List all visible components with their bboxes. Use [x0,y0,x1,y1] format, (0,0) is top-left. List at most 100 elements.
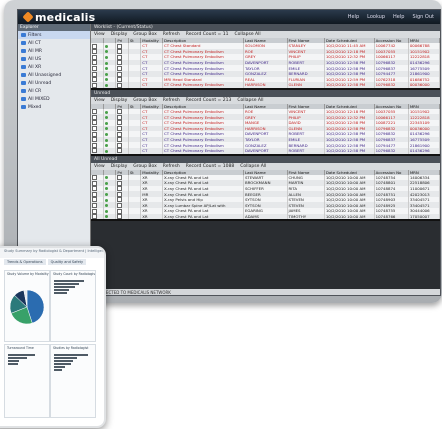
app-logo: medicalis [22,11,95,24]
folder-icon [21,41,26,45]
toolbar-item[interactable]: Display [111,32,128,37]
sidebar-item[interactable]: All Unread [18,79,90,87]
toolbar-item[interactable]: Record Count = 11 [186,32,229,37]
cell-date: 10/2/2010 10:00 AM [324,213,375,220]
priority-box [117,148,123,154]
toolbar-item[interactable]: Refresh [163,164,180,169]
menu-lookup[interactable]: Lookup [367,14,385,20]
table-row[interactable]: CT CT Chest Pulmonary Embolism DAVENPORT RO… [91,59,440,66]
tablet-card-studies: Studies by Radiologist [50,344,96,418]
toolbar-item[interactable]: Group Box [133,98,157,103]
toolbar-item[interactable]: Refresh [163,98,180,103]
sidebar-item[interactable]: All US [18,55,90,63]
toolbar-item[interactable]: View [94,32,105,37]
cell-first: TIMOTHY [287,213,325,220]
cell-mod: CT [140,147,164,154]
toolbar-item[interactable]: Record Count = 1088 [186,164,234,169]
row-checkbox[interactable] [92,197,97,203]
table-row[interactable]: XR X-ray Chest PA and Lat BROCKMANN MARTIN 1… [91,180,440,186]
row-checkbox[interactable] [92,82,97,88]
status-dot-icon [104,215,108,219]
sidebar-item[interactable]: All MIXED [18,95,90,103]
table-row[interactable]: CT CT Chest Pulmonary Embolism GONZALEZ BER… [91,70,440,77]
sidebar-item[interactable]: All MR [18,47,90,55]
folder-icon [21,89,26,93]
worklist-panel: Worklist - (Current/Status) View Display Gr… [91,24,440,90]
status-dot-icon [104,50,108,54]
tab-quality[interactable]: Quality and Safety [47,259,87,265]
status-dot-icon [104,110,108,114]
folder-icon [21,97,26,101]
row-checkbox[interactable] [92,54,97,60]
toolbar-item[interactable]: Group Box [133,32,157,37]
menu-sign-out[interactable]: Sign Out [412,14,434,20]
sidebar-item[interactable]: All CR [18,87,90,95]
toolbar-item[interactable]: Display [111,164,128,169]
folder-icon [21,105,26,109]
tablet-breadcrumb: Study Summary by Radiologist & Departmen… [0,248,104,258]
sidebar-item[interactable]: All Unassigned [18,71,90,79]
row-checkbox[interactable] [92,208,97,214]
row-checkbox[interactable] [92,131,97,137]
menu-help-2[interactable]: Help [393,14,404,20]
toolbar-item[interactable]: View [94,98,105,103]
toolbar-item[interactable]: Collapse All [234,32,260,37]
table-row[interactable]: CT CT Chest Pulmonary Embolism HARRISON GLE… [91,125,440,132]
row-checkbox[interactable] [92,180,97,186]
toolbar-item[interactable]: Collapse All [237,98,263,103]
sidebar-item[interactable]: Filters [18,31,90,39]
cell-mod: XR [140,213,164,220]
cell-priority [115,82,129,88]
sidebar-item-label: All CT [28,40,41,46]
panel-toolbar: View Display Group Box Refresh Record Count … [91,96,440,104]
bar [8,354,35,356]
row-checkbox[interactable] [92,214,97,220]
toolbar-item[interactable]: View [94,164,105,169]
row-checkbox[interactable] [92,148,97,154]
tablet-card-turnaround: Turnaround Time [4,344,50,418]
sidebar-item[interactable]: All XR [18,63,90,71]
table-row[interactable]: CT CT Chest Pulmonary Embolism GONZALEZ BER… [91,142,440,148]
cell-acc: 10748766 [374,213,409,220]
row-checkbox[interactable] [92,120,97,126]
toolbar-item[interactable]: Record Count = 213 [186,98,232,103]
status-dot-icon [104,176,108,180]
cell-state [128,82,142,88]
cell-select [91,213,104,220]
sidebar-item-label: Mixed [28,104,42,110]
tablet-tabs: Trends & Operations Quality and Safety [0,258,104,266]
row-checkbox[interactable] [92,43,97,49]
table-row[interactable]: CT CT Chest Pulmonary Embolism DAVENPORT RO… [91,131,440,137]
toolbar-item[interactable]: Refresh [163,32,180,37]
bar [54,363,72,365]
bar [54,292,68,294]
bar [54,354,89,356]
worklist-panel: Unread View Display Group Box Refresh Record … [91,89,440,156]
status-dot-icon [104,116,108,120]
bar [8,357,27,359]
status-dot-icon [104,67,108,71]
sidebar-item-label: All MR [28,48,43,54]
folder-icon [21,81,26,85]
bar [54,369,62,371]
sidebar-item[interactable]: Mixed [18,103,90,111]
top-menu: Help Lookup Help Sign Out [348,14,434,20]
toolbar-item[interactable]: Display [111,98,128,103]
table-row[interactable]: CT CT Chest Pulmonary Embolism HARRISON GLE… [91,82,440,88]
cell-date: 10/2/2010 12:58 PM [324,82,375,88]
menu-help[interactable]: Help [348,14,359,20]
worklist-table: Pri St Modality Description Last Name First N… [91,169,440,220]
cell-date: 10/2/2010 12:58 PM [324,147,375,154]
status-dot-icon [104,132,108,136]
sidebar-item-label: All MIXED [28,96,50,102]
table-row[interactable]: CT CT Chest Pulmonary Embolism DAVENPORT RO… [91,147,440,154]
status-bar: CONNECTED TO MEDICALIS NETWORK [91,289,440,295]
toolbar-item[interactable]: Collapse All [240,164,266,169]
toolbar-item[interactable]: Group Box [133,164,157,169]
cell-acc: 10796832 [374,82,409,88]
sidebar-item[interactable]: All CT [18,39,90,47]
row-checkbox[interactable] [92,71,97,77]
table-row[interactable]: XR X-ray Chest PA and Lat ADAMS TIMOTHY 10/2… [91,213,440,220]
tab-trends[interactable]: Trends & Operations [4,259,46,265]
cell-status [103,82,117,88]
